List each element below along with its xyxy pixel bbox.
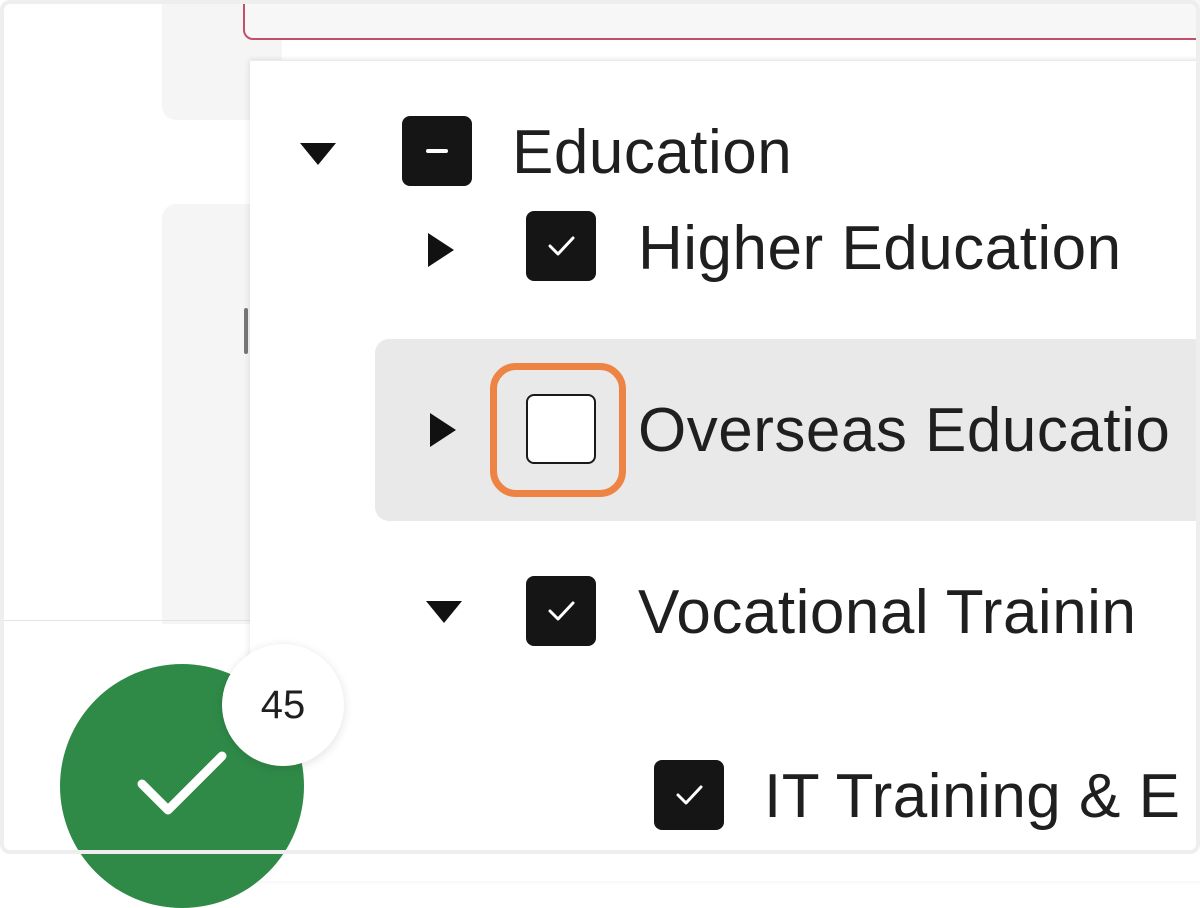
search-input[interactable]	[243, 0, 1200, 40]
selection-count-badge: 45	[222, 644, 344, 766]
checkmark-icon	[137, 751, 227, 815]
minus-icon	[426, 149, 448, 153]
caret-right-icon[interactable]	[430, 413, 456, 447]
checked-checkbox[interactable]	[526, 211, 596, 281]
focus-highlight-ring	[490, 363, 626, 497]
caret-down-icon[interactable]	[300, 143, 336, 165]
tree-item-higher-education[interactable]: Higher Education	[250, 211, 1200, 291]
category-tree-dropdown: Education Higher Education Overseas Educ…	[250, 60, 1200, 881]
divider	[4, 620, 250, 621]
caret-down-icon[interactable]	[426, 601, 462, 623]
tree-item-label: Vocational Trainin	[638, 578, 1137, 647]
checked-checkbox[interactable]	[526, 576, 596, 646]
tree-item-label: Education	[512, 118, 793, 187]
tree-item-vocational-training[interactable]: Vocational Trainin	[250, 573, 1200, 653]
indeterminate-checkbox[interactable]	[402, 116, 472, 186]
checkmark-icon	[548, 601, 575, 621]
checked-checkbox[interactable]	[654, 760, 724, 830]
tree-item-label: Higher Education	[638, 214, 1122, 283]
tree-item-label: IT Training & E	[764, 762, 1181, 831]
tree-item-label: Overseas Educatio	[638, 396, 1171, 465]
tree-item-it-training[interactable]: IT Training & E	[250, 757, 1200, 837]
tree-item-education[interactable]: Education	[250, 113, 1200, 193]
checkmark-icon	[676, 785, 703, 805]
tree-item-overseas-education[interactable]: Overseas Educatio	[250, 363, 1200, 497]
text-cursor-indicator	[244, 308, 248, 354]
checkmark-icon	[548, 236, 575, 256]
caret-right-icon[interactable]	[428, 233, 454, 267]
